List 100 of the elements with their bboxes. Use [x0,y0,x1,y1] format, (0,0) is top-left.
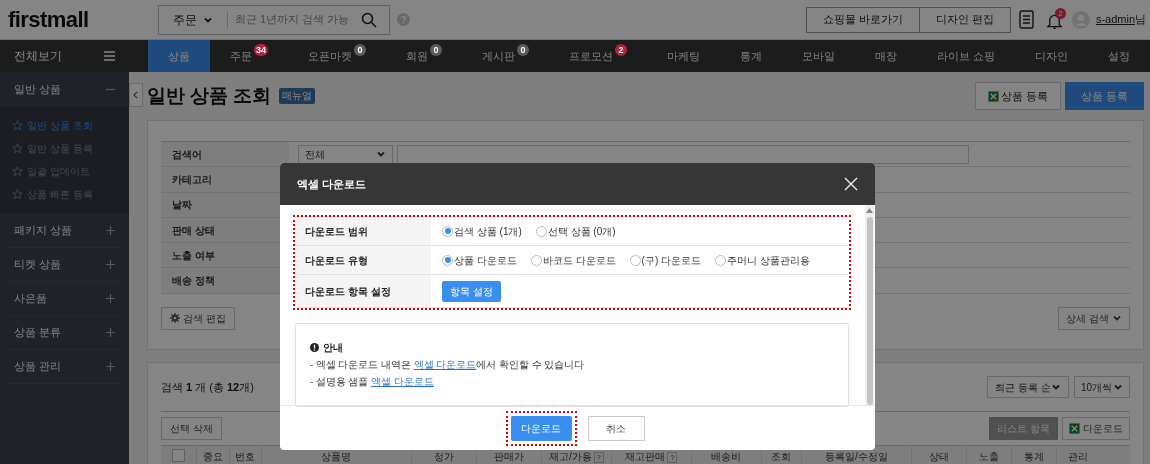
spreadsheet-icon [1069,423,1080,434]
select-all-checkbox[interactable] [171,449,185,462]
nav-tab[interactable]: 주문 34 [209,40,288,72]
chevron-down-icon [1113,382,1123,392]
count-badge: 2 [614,44,627,56]
column-header: 중요 [202,452,223,462]
excel-download-link[interactable]: 엑셀 다운로드 [371,376,434,388]
result-count: 검색 1 개 (총 12개) [160,379,254,395]
radio-option[interactable]: 주머니 상품관리용 [715,252,810,268]
column-header: 등록일/수정일 [825,452,888,462]
sidebar-section[interactable]: 티켓 상품 [8,248,121,282]
column-header: 관리 [1067,452,1088,462]
notice-title: 안내 [323,341,343,355]
logo[interactable]: firstmall [0,3,158,36]
setting-label: 다운로드 항목 설정 [295,275,431,307]
column-header: 배송비 [711,452,742,462]
radio-option[interactable]: (구) 다운로드 [629,252,701,268]
nav-tab[interactable]: 매장 [854,40,917,72]
menu-icon[interactable] [103,51,115,61]
plus-icon[interactable] [105,294,115,303]
item-settings-button[interactable]: 항목 설정 [442,280,501,302]
column-header: 재고판매 [625,452,666,462]
section-label: 티켓 상품 [14,257,62,273]
radio-icon[interactable] [442,254,453,266]
sidebar-section[interactable]: 사은품 [8,282,121,316]
count-badge: 34 [253,44,268,56]
radio-option[interactable]: 선택 상품 (0개) [535,223,616,239]
detail-search-button[interactable]: 상세 검색 [1058,306,1130,330]
column-header: 통계 [1023,452,1044,462]
download-confirm-button[interactable]: 다운로드 [510,415,572,441]
form-label: 검색어 [160,142,289,167]
column-header: 판매가 [493,452,524,462]
user-suffix: 님 [1135,13,1146,26]
radio-icon[interactable] [442,225,453,237]
nav-tab[interactable]: 회원 0 [385,40,462,72]
sidebar-section[interactable]: 상품 관리 [8,350,121,384]
page-size-select[interactable]: 10개씩 [1074,376,1130,398]
nav-tab[interactable]: 마케팅 [646,40,720,72]
section-label: 일반 상품 [14,81,62,97]
keyword-input[interactable] [396,144,969,164]
column-header: 정가 [433,452,454,462]
nav-tab[interactable]: 라이브 쇼핑 [916,40,1015,72]
count-badge: 0 [353,44,366,56]
category-select[interactable]: 주문 [159,10,228,29]
dialog-title: 엑셀 다운로드 [297,176,367,192]
excel-register-button[interactable]: 상품 등록 [974,82,1061,110]
plus-icon[interactable] [105,226,115,235]
download-button[interactable]: 다운로드 [1062,417,1130,440]
notification-badge: 2 [1054,7,1066,19]
column-header: 재고/가용 [549,452,592,462]
help-icon[interactable] [397,13,410,26]
close-icon[interactable] [844,177,858,191]
document-icon[interactable] [1018,10,1034,29]
star-icon[interactable] [12,143,23,154]
delete-selected-button[interactable]: 선택 삭제 [160,417,222,440]
radio-option[interactable]: 검색 상품 (1개) [442,223,522,239]
setting-label: 다운로드 범위 [295,217,431,245]
column-header: 상품명 [321,452,352,462]
nav-tab[interactable]: 프로모션 2 [548,40,647,72]
sort-select[interactable]: 최근 등록 순 [987,376,1069,398]
radio-icon[interactable] [629,254,641,266]
plus-icon[interactable] [105,362,115,371]
radio-icon[interactable] [715,254,726,266]
plus-icon[interactable] [105,328,115,337]
star-icon[interactable] [12,166,23,177]
column-header: 조회 [771,452,792,462]
radio-option[interactable]: 상품 다운로드 [442,252,517,268]
sidebar-section[interactable]: 패키지 상품 [8,214,121,248]
notice-text: - 엑셀 다운로드 내역은 엑셀 다운로드에서 확인할 수 있습니다 [310,358,586,372]
gear-icon [169,313,180,324]
sidebar-header[interactable]: 전체보기 [0,40,129,72]
section-label: 패키지 상품 [14,223,73,239]
section-label: 상품 관리 [14,359,62,375]
excel-download-link[interactable]: 엑셀 다운로드 [413,359,477,370]
nav-tab[interactable]: 모바일 [781,40,855,72]
register-button[interactable]: 상품 등록 [1064,82,1144,110]
nav-tab[interactable]: 설정 [1088,40,1150,72]
plus-icon[interactable] [105,260,115,269]
spreadsheet-icon [987,90,999,102]
cancel-button[interactable]: 취소 [587,415,645,441]
search-icon[interactable] [361,11,377,28]
edit-search-button[interactable]: 검색 편집 [160,306,235,330]
manual-link[interactable]: 매뉴얼 [279,88,316,104]
column-header: 상태 [928,452,949,462]
radio-icon[interactable] [530,254,542,266]
scroll-up-icon[interactable] [866,208,873,213]
nav-tab[interactable]: 오픈마켓 0 [287,40,386,72]
section-label: 상품 분류 [14,325,62,341]
star-icon[interactable] [12,120,23,131]
nav-tab[interactable]: 디자인 [1015,40,1088,72]
sidebar-section[interactable]: 상품 분류 [8,316,121,350]
username-link[interactable]: s-admin [1095,13,1135,26]
chevron-down-icon [1051,382,1061,392]
radio-icon[interactable] [535,225,547,237]
nav-tab[interactable]: 게시판 0 [461,40,549,72]
scrollbar[interactable] [865,205,874,405]
radio-option[interactable]: 바코드 다운로드 [530,252,616,268]
star-icon[interactable] [12,189,23,200]
nav-tab[interactable]: 상품 [147,40,210,72]
nav-tab[interactable]: 통계 [719,40,782,72]
